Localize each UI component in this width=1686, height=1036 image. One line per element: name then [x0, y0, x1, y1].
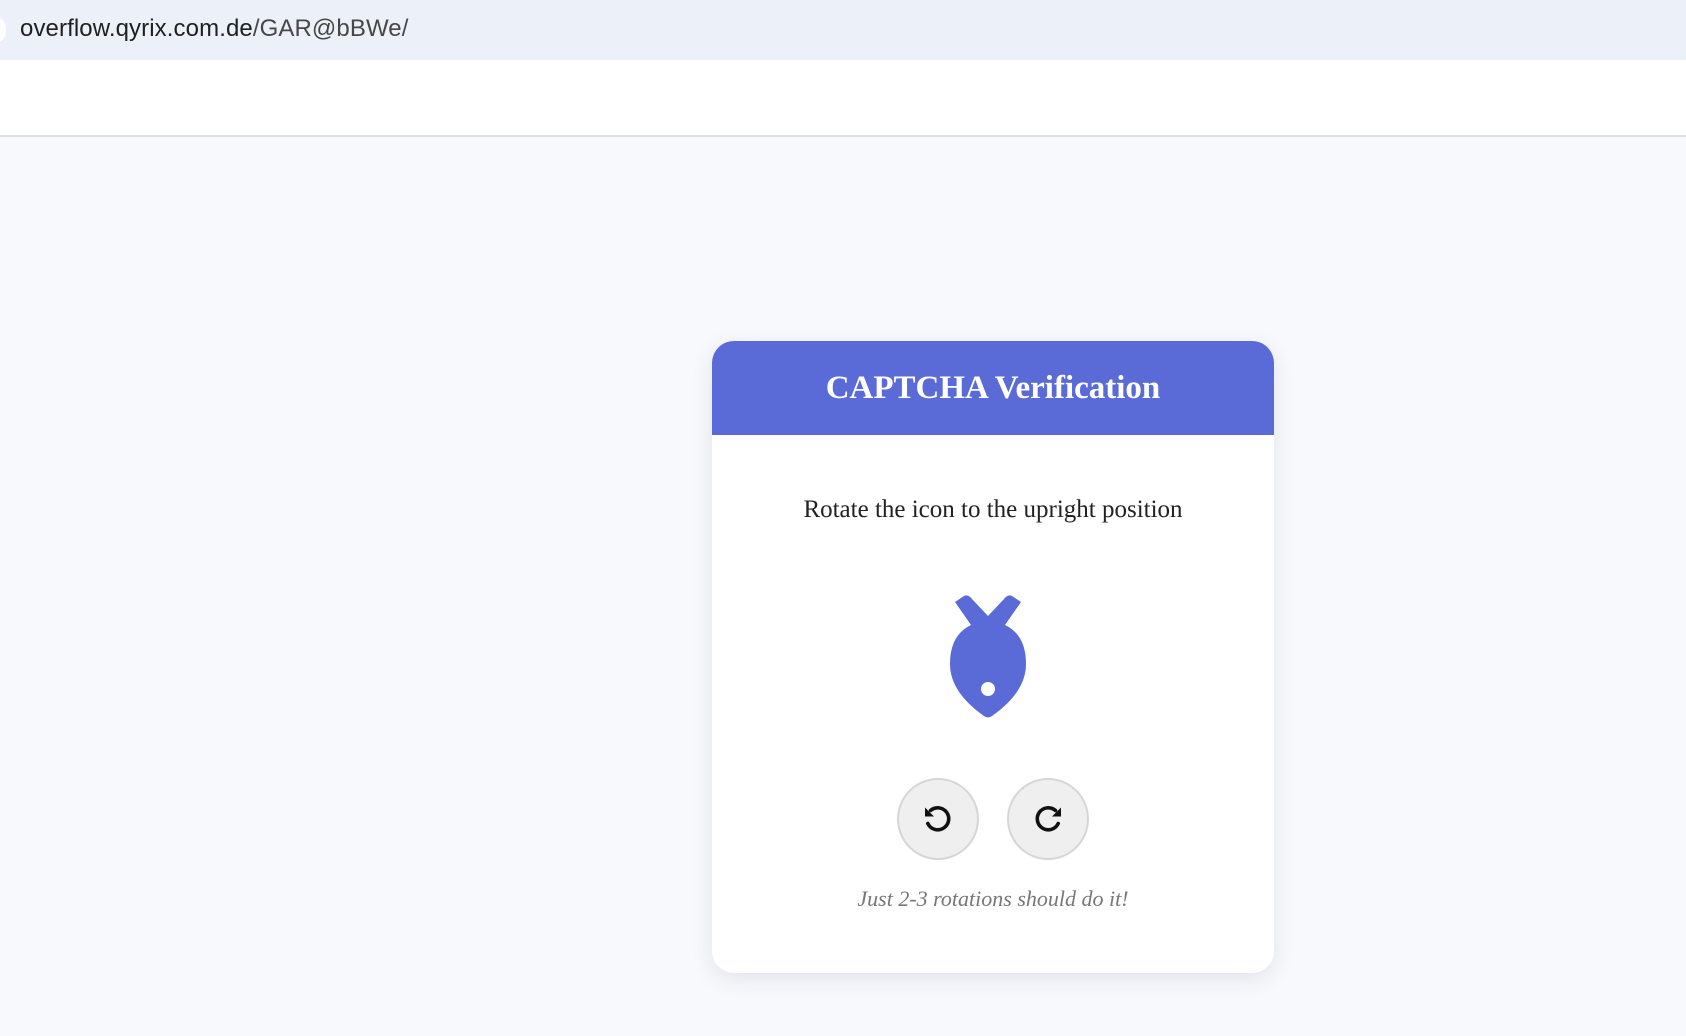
captcha-instruction: Rotate the icon to the upright position [803, 496, 1183, 523]
browser-address-bar[interactable]: overflow.qyrix.com.de/GAR@bBWe/ [0, 0, 1686, 60]
page-top-bar [0, 60, 1686, 137]
captcha-card: CAPTCHA Verification Rotate the icon to … [712, 341, 1274, 973]
rotate-clockwise-icon [1035, 805, 1061, 832]
captcha-header: CAPTCHA Verification [712, 341, 1274, 435]
address-bar-edge [0, 18, 6, 42]
rotate-right-button[interactable] [1007, 778, 1089, 860]
captcha-hint: Just 2-3 rotations should do it! [857, 886, 1129, 911]
rotate-counterclockwise-icon [925, 805, 951, 832]
fish-icon [942, 588, 1034, 720]
captcha-title: CAPTCHA Verification [825, 369, 1161, 406]
url-host: overflow.qyrix.com.de [20, 15, 253, 42]
url-path: /GAR@bBWe/ [252, 15, 409, 42]
url-text[interactable]: overflow.qyrix.com.de/GAR@bBWe/ [20, 13, 409, 45]
rotation-controls [712, 778, 1274, 860]
rotate-left-button[interactable] [897, 778, 979, 860]
